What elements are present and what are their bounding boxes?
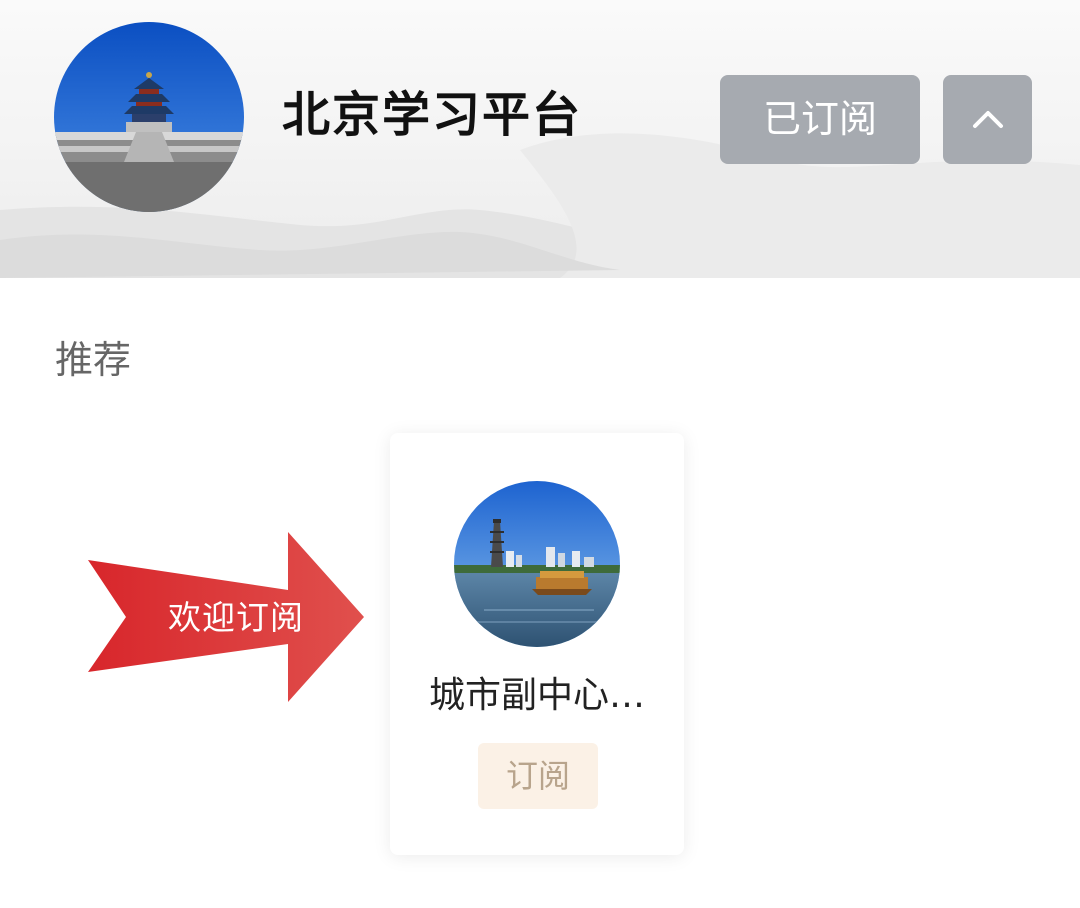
account-header: 北京学习平台 已订阅 <box>0 0 1080 278</box>
subscribed-button[interactable]: 已订阅 <box>720 75 920 164</box>
recommend-section-label: 推荐 <box>55 338 132 382</box>
collapse-button[interactable] <box>943 75 1032 164</box>
chevron-up-icon <box>973 111 1003 128</box>
card-subscribe-button[interactable]: 订阅 <box>478 743 598 809</box>
recommend-card[interactable]: 城市副中心… 订阅 <box>390 433 684 855</box>
card-name[interactable]: 城市副中心… <box>410 671 664 721</box>
card-avatar[interactable] <box>454 481 620 647</box>
temple-of-heaven-image <box>54 22 244 212</box>
welcome-banner-text: 欢迎订阅 <box>168 598 304 637</box>
account-title: 北京学习平台 <box>282 87 583 143</box>
city-sub-center-image <box>454 481 620 647</box>
account-avatar[interactable] <box>54 22 244 212</box>
